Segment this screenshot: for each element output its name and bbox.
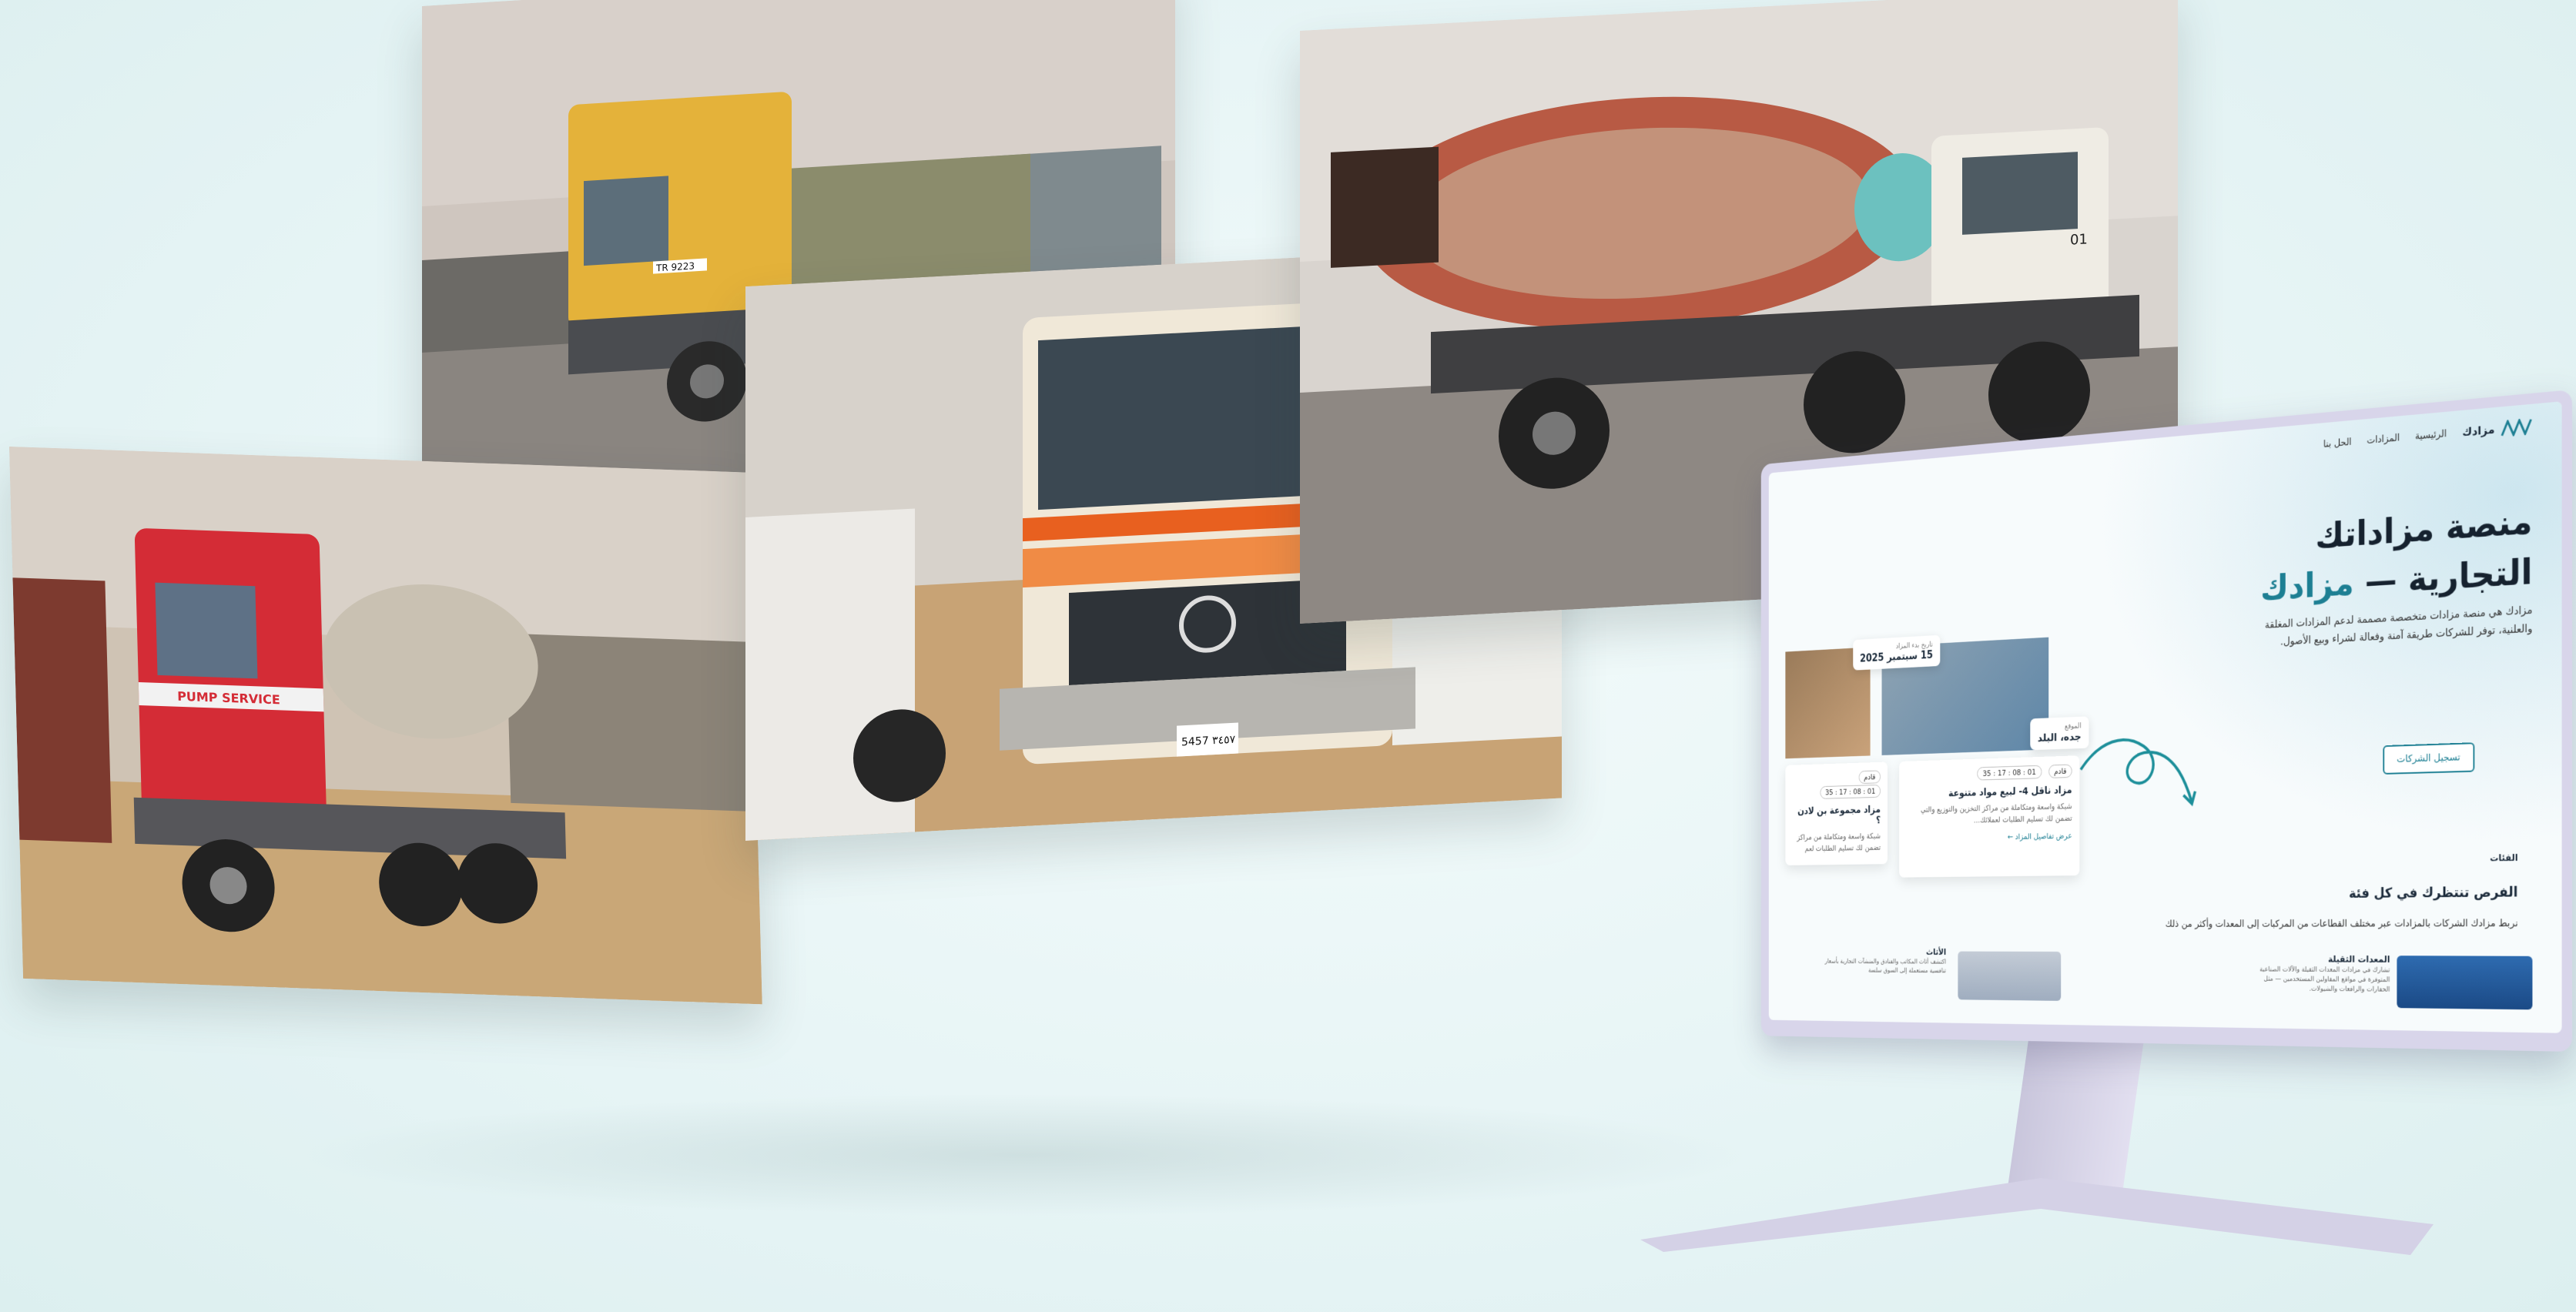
arrow-left-icon: ←: [2007, 832, 2014, 842]
auction-status-chip: قادم: [2048, 764, 2072, 778]
category-title: المعدات الثقيلة: [2328, 953, 2390, 965]
auction-description: شبكة واسعة ومتكاملة من مراكز التخزين وال…: [1920, 802, 2072, 825]
decorative-swirl-arrow: [2075, 722, 2202, 818]
auction-title: مزاد ناقل 4- لبيع مواد متنوعة: [1948, 785, 2072, 799]
site-logo[interactable]: مزادك: [2462, 418, 2532, 441]
categories-title: الفرص تنتظرك في كل فئة: [2348, 884, 2518, 902]
ground-shadow: [293, 1093, 1756, 1217]
category-furniture[interactable]: الأثاث اكتشف أثاث المكاتب والفنادق والمن…: [1819, 947, 1946, 976]
photo-red-mixer-truck: PUMP SERVICE: [9, 447, 762, 1005]
category-heavy-equipment-image: [2397, 956, 2533, 1010]
location-value: جده، البلد: [2037, 730, 2082, 745]
auction-card[interactable]: قادم 01 : 08 : 17 : 35 مزاد مجموعة بن لا…: [1785, 761, 1888, 865]
hero-title-line2: التجارية —: [2353, 551, 2533, 603]
auction-details-link[interactable]: عرض تفاصيل المزاد ←: [1906, 832, 2072, 844]
website-screen: مزادك الرئيسية المزادات الحل بنا منصة مز…: [1768, 401, 2562, 1033]
hero-title: منصة مزاداتك التجارية — مزادك: [2260, 496, 2532, 612]
category-furniture-image: [1958, 951, 2062, 1001]
auction-location-badge: الموقع جده، البلد: [2030, 716, 2089, 751]
monitor: مزادك الرئيسية المزادات الحل بنا منصة مز…: [1594, 390, 2572, 1052]
logo-text: مزادك: [2462, 422, 2495, 440]
category-title: الأثاث: [1925, 947, 1947, 957]
svg-text:01: 01: [2070, 231, 2088, 248]
auction-timer: 01 : 08 : 17 : 35: [1820, 784, 1881, 799]
auction-date-badge: تاريخ بدء المزاد 15 سبتمبر 2025: [1853, 634, 1941, 671]
monitor-stand-base: [1640, 1178, 2434, 1255]
nav-auctions[interactable]: المزادات: [2367, 432, 2400, 446]
hero-title-accent: مزادك: [2260, 562, 2354, 608]
site-navbar: مزادك الرئيسية المزادات الحل بنا: [2323, 418, 2533, 453]
logo-mark-icon: [2501, 418, 2533, 437]
category-description: اكتشف أثاث المكاتب والفنادق والمنشآت الت…: [1824, 958, 1947, 975]
register-companies-button[interactable]: تسجيل الشركات: [2383, 742, 2475, 775]
auction-timer: 01 : 08 : 17 : 35: [1977, 765, 2042, 781]
category-heavy-equipment[interactable]: المعدات الثقيلة تشارك في مزادات المعدات …: [2241, 954, 2390, 996]
nav-home[interactable]: الرئيسية: [2415, 428, 2447, 442]
categories-tag: الفئات: [2490, 852, 2518, 864]
categories-description: نربط مزادك الشركات بالمزادات عبر مختلف ا…: [2165, 918, 2518, 930]
auction-card[interactable]: قادم 01 : 08 : 17 : 35 مزاد ناقل 4- لبيع…: [1899, 755, 2080, 878]
category-description: تشارك في مزادات المعدات الثقيلة والآلات …: [2259, 966, 2390, 994]
monitor-bezel: مزادك الرئيسية المزادات الحل بنا منصة مز…: [1760, 390, 2572, 1052]
auction-status-chip: قادم: [1858, 770, 1881, 785]
nav-contact[interactable]: الحل بنا: [2323, 437, 2352, 450]
auction-description: شبكة واسعة ومتكاملة من مراكز تضمن لك تسل…: [1797, 831, 1881, 853]
auction-title: مزاد مجموعة بن لادن ؟: [1797, 804, 1881, 826]
